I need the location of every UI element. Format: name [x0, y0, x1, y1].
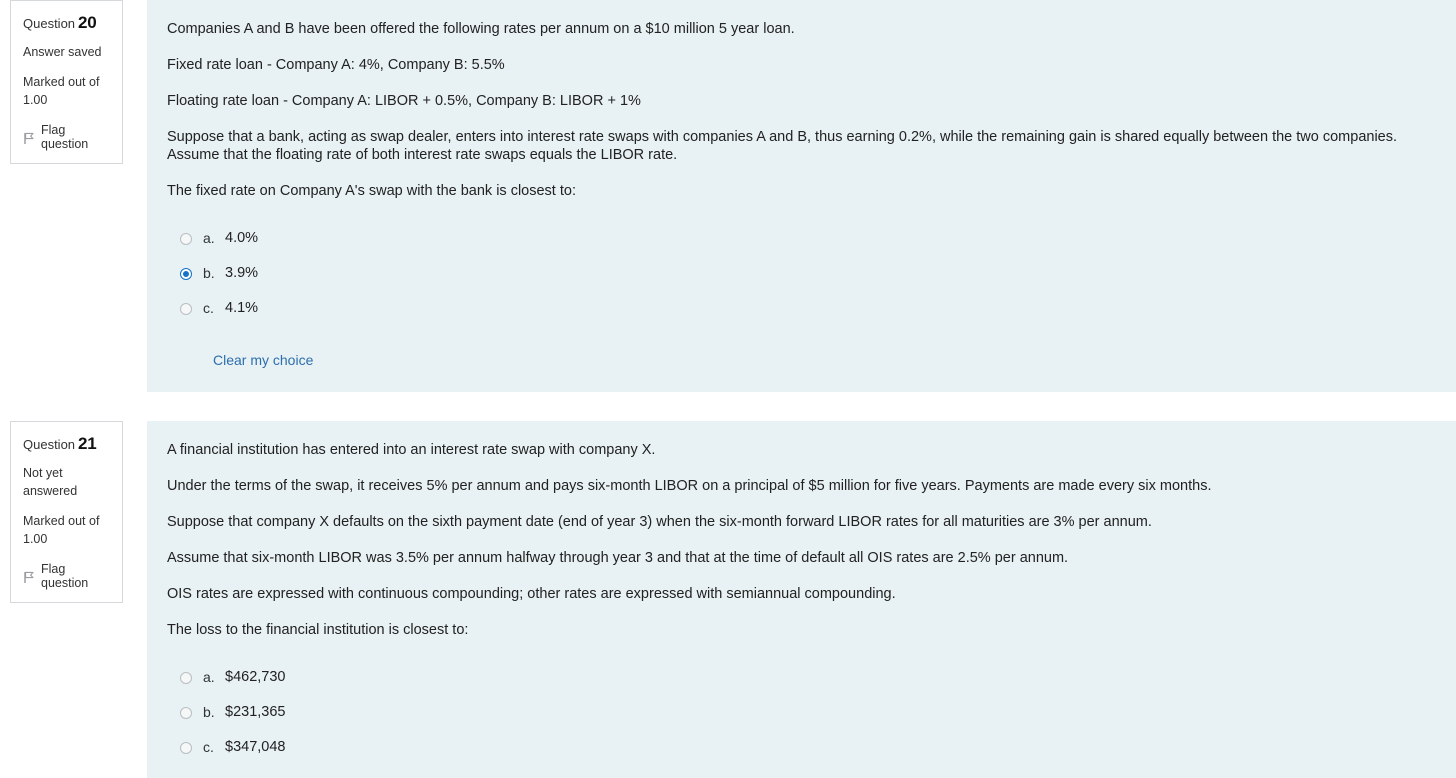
question-separator [0, 392, 1456, 421]
question-paragraph: OIS rates are expressed with continuous … [167, 586, 896, 602]
question-content-panel: Companies A and B have been offered the … [147, 0, 1456, 392]
question-paragraph: The fixed rate on Company A's swap with … [167, 183, 576, 199]
question-marks: Marked out of 1.00 [23, 73, 110, 109]
answer-letter: a. [203, 230, 215, 246]
answer-letter: b. [203, 265, 215, 281]
question-paragraph: Fixed rate loan - Company A: 4%, Company… [167, 57, 505, 73]
question-state: Answer saved [23, 45, 102, 59]
radio-button[interactable] [180, 742, 192, 754]
question-number: 20 [78, 13, 97, 32]
radio-button[interactable] [180, 303, 192, 315]
answer-text: $231,365 [225, 704, 286, 720]
question-paragraph: Suppose that company X defaults on the s… [167, 514, 1152, 530]
flag-question-button[interactable]: Flag question [23, 562, 110, 590]
question-paragraph: Floating rate loan - Company A: LIBOR + … [167, 93, 641, 109]
radio-button[interactable] [180, 233, 192, 245]
answer-option[interactable]: a. $462,730 [180, 669, 1440, 686]
radio-button-selected[interactable] [180, 268, 192, 280]
question-paragraph: Companies A and B have been offered the … [167, 21, 795, 37]
marked-out-of-label: Marked out of [23, 75, 100, 89]
question-marks: Marked out of 1.00 [23, 512, 110, 548]
answer-option[interactable]: b. $231,365 [180, 704, 1440, 721]
question-label: Question [23, 437, 76, 452]
flag-question-label: Flag question [41, 562, 89, 590]
flag-icon [23, 132, 35, 145]
question-paragraph: Assume that six-month LIBOR was 3.5% per… [167, 550, 1069, 566]
question-paragraph: Under the terms of the swap, it receives… [167, 478, 1212, 494]
answer-option[interactable]: c. 4.1% [180, 300, 1440, 317]
marked-out-of-value: 1.00 [23, 93, 48, 107]
question-number-row: Question 20 [23, 14, 110, 32]
flag-question-button[interactable]: Flag question [23, 123, 110, 151]
question-text: A financial institution has entered into… [167, 441, 1440, 639]
answer-text: 3.9% [225, 265, 259, 281]
answer-text: 4.1% [225, 300, 259, 316]
question-info-box: Question 20 Answer saved Marked out of 1.00 F… [10, 0, 123, 164]
question-number-row: Question 21 [23, 435, 110, 453]
question-label: Question [23, 16, 76, 31]
marked-out-of-value: 1.00 [23, 532, 48, 546]
question-paragraph: The loss to the financial institution is… [167, 622, 469, 638]
answer-letter: c. [203, 739, 214, 755]
answer-text: 4.0% [225, 230, 259, 246]
question-state: Not yet answered [23, 466, 78, 498]
question-paragraph: A financial institution has entered into… [167, 442, 656, 458]
question-info-column: Question 21 Not yet answered Marked out of 1… [0, 421, 147, 603]
answer-letter: c. [203, 300, 214, 316]
question-content-panel: A financial institution has entered into… [147, 421, 1456, 778]
answer-text: $347,048 [225, 739, 286, 755]
question-block: Question 20 Answer saved Marked out of 1.00 F… [0, 0, 1456, 392]
answer-text: $462,730 [225, 669, 286, 685]
answer-options: a. $462,730 b. $231,365 c. $347,048 [167, 669, 1440, 756]
radio-button[interactable] [180, 707, 192, 719]
flag-icon [23, 571, 35, 584]
answer-letter: a. [203, 669, 215, 685]
answer-option[interactable]: c. $347,048 [180, 739, 1440, 756]
question-paragraph: Suppose that a bank, acting as swap deal… [167, 129, 1398, 163]
question-info-column: Question 20 Answer saved Marked out of 1.00 F… [0, 0, 147, 164]
radio-button[interactable] [180, 672, 192, 684]
question-block: Question 21 Not yet answered Marked out of 1… [0, 421, 1456, 778]
answer-option[interactable]: b. 3.9% [180, 265, 1440, 282]
questions-container: Question 20 Answer saved Marked out of 1.00 F… [0, 0, 1456, 778]
answer-letter: b. [203, 704, 215, 720]
question-info-box: Question 21 Not yet answered Marked out of 1… [10, 421, 123, 603]
question-text: Companies A and B have been offered the … [167, 20, 1440, 200]
marked-out-of-label: Marked out of [23, 514, 100, 528]
answer-option[interactable]: a. 4.0% [180, 230, 1440, 247]
answer-options: a. 4.0% b. 3.9% c. 4.1% Clear my choice [167, 230, 1440, 370]
flag-question-label: Flag question [41, 123, 89, 151]
clear-my-choice-link[interactable]: Clear my choice [213, 352, 313, 368]
quiz-page: Question 20 Answer saved Marked out of 1.00 F… [0, 0, 1456, 778]
question-number: 21 [78, 434, 97, 453]
